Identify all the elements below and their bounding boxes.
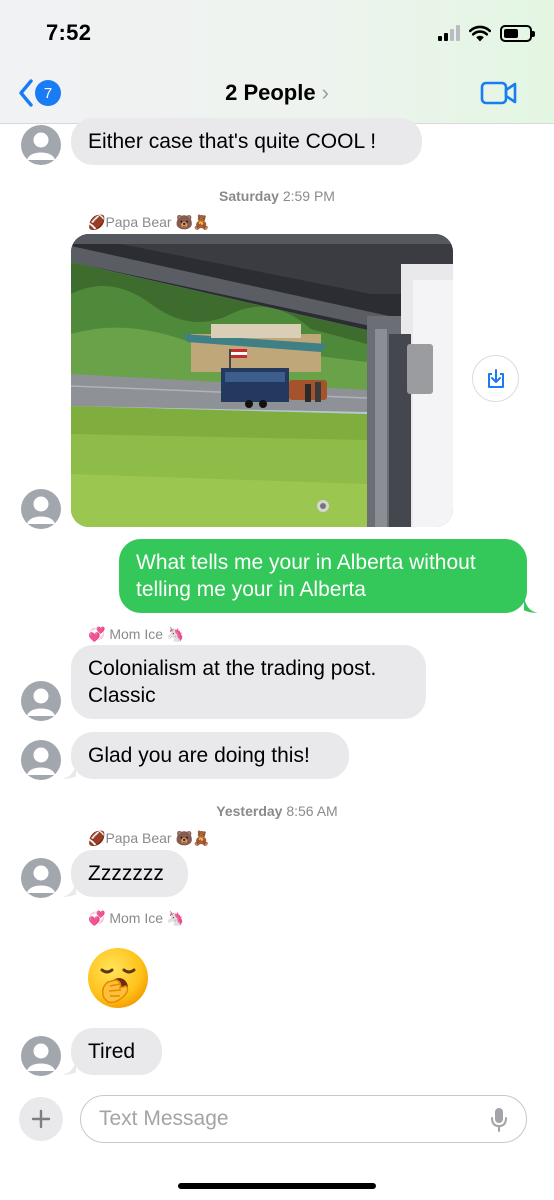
sender-prefix-emoji: 🏈 bbox=[88, 830, 106, 846]
train-window-photo bbox=[71, 234, 453, 527]
message-text: Tired bbox=[88, 1040, 136, 1063]
microphone-icon[interactable] bbox=[490, 1107, 508, 1133]
message-text: Glad you are doing this! bbox=[88, 744, 310, 767]
save-photo-button[interactable] bbox=[472, 355, 519, 402]
bubble-tail bbox=[62, 1059, 76, 1075]
incoming-message[interactable]: Glad you are doing this! bbox=[71, 732, 349, 779]
plus-icon bbox=[31, 1109, 51, 1129]
avatar[interactable] bbox=[21, 489, 61, 529]
battery-icon bbox=[500, 24, 535, 42]
person-icon bbox=[27, 688, 55, 716]
incoming-message[interactable]: Zzzzzzz bbox=[71, 850, 188, 897]
apps-plus-button[interactable] bbox=[19, 1097, 63, 1141]
bubble-tail bbox=[62, 881, 76, 897]
sender-suffix-emoji: 🦄 bbox=[166, 626, 185, 642]
sender-name: 🏈Papa Bear 🐻🧸 bbox=[88, 830, 210, 847]
message-input[interactable]: Text Message bbox=[80, 1095, 527, 1143]
conversation-title[interactable]: 2 People › bbox=[0, 80, 554, 106]
incoming-message[interactable]: Either case that's quite COOL ! bbox=[71, 118, 422, 165]
bubble-tail bbox=[524, 597, 538, 613]
sender-suffix-emoji: 🐻🧸 bbox=[175, 830, 211, 846]
sender-name-text: Mom Ice bbox=[109, 626, 164, 642]
chevron-right-icon: › bbox=[321, 80, 329, 105]
avatar[interactable] bbox=[21, 858, 61, 898]
person-icon bbox=[27, 747, 55, 775]
outgoing-message[interactable]: What tells me your in Alberta without te… bbox=[119, 539, 527, 613]
photo-attachment[interactable] bbox=[71, 234, 453, 527]
wifi-icon bbox=[469, 25, 491, 41]
message-text: Either case that's quite COOL ! bbox=[88, 130, 377, 153]
sender-name-text: Papa Bear bbox=[105, 214, 172, 230]
avatar[interactable] bbox=[21, 740, 61, 780]
timestamp-day: Saturday bbox=[219, 188, 279, 204]
person-icon bbox=[27, 132, 55, 160]
message-text: What tells me your in Alberta without te… bbox=[136, 551, 476, 601]
timestamp: Saturday 2:59 PM bbox=[0, 188, 554, 204]
status-time: 7:52 bbox=[46, 20, 92, 45]
download-icon bbox=[487, 368, 504, 388]
incoming-message[interactable]: Tired bbox=[71, 1028, 162, 1075]
sender-name-text: Papa Bear bbox=[105, 830, 172, 846]
person-icon bbox=[27, 1043, 55, 1071]
top-bar: 7:52 7 2 People › bbox=[0, 0, 554, 124]
sender-name-text: Mom Ice bbox=[109, 910, 164, 926]
status-icons bbox=[438, 22, 535, 44]
sender-prefix-emoji: 💞 bbox=[88, 910, 106, 926]
message-text: Zzzzzzz bbox=[88, 862, 164, 885]
sender-suffix-emoji: 🦄 bbox=[166, 910, 185, 926]
timestamp-day: Yesterday bbox=[216, 803, 283, 819]
sender-prefix-emoji: 💞 bbox=[88, 626, 106, 642]
cellular-signal-icon bbox=[438, 25, 460, 41]
sender-suffix-emoji: 🐻🧸 bbox=[175, 214, 211, 230]
person-icon bbox=[27, 865, 55, 893]
yawning-face-emoji[interactable] bbox=[86, 946, 150, 1010]
sender-prefix-emoji: 🏈 bbox=[88, 214, 106, 230]
sender-name: 💞 Mom Ice 🦄 bbox=[88, 626, 184, 643]
avatar[interactable] bbox=[21, 681, 61, 721]
incoming-message[interactable]: Colonialism at the trading post. Classic bbox=[71, 645, 426, 719]
timestamp-time: 2:59 PM bbox=[282, 188, 335, 204]
timestamp-time: 8:56 AM bbox=[286, 803, 338, 819]
home-indicator[interactable] bbox=[178, 1183, 376, 1189]
message-text: Colonialism at the trading post. Classic bbox=[88, 657, 377, 707]
avatar[interactable] bbox=[21, 1036, 61, 1076]
timestamp: Yesterday 8:56 AM bbox=[0, 803, 554, 819]
facetime-button[interactable] bbox=[480, 80, 518, 111]
person-icon bbox=[27, 496, 55, 524]
bubble-tail bbox=[62, 763, 76, 779]
avatar[interactable] bbox=[21, 125, 61, 165]
conversation-title-text: 2 People bbox=[225, 80, 316, 105]
sender-name: 🏈Papa Bear 🐻🧸 bbox=[88, 214, 210, 231]
sender-name: 💞 Mom Ice 🦄 bbox=[88, 910, 184, 927]
message-input-placeholder: Text Message bbox=[99, 1107, 229, 1130]
video-camera-icon bbox=[480, 81, 517, 105]
